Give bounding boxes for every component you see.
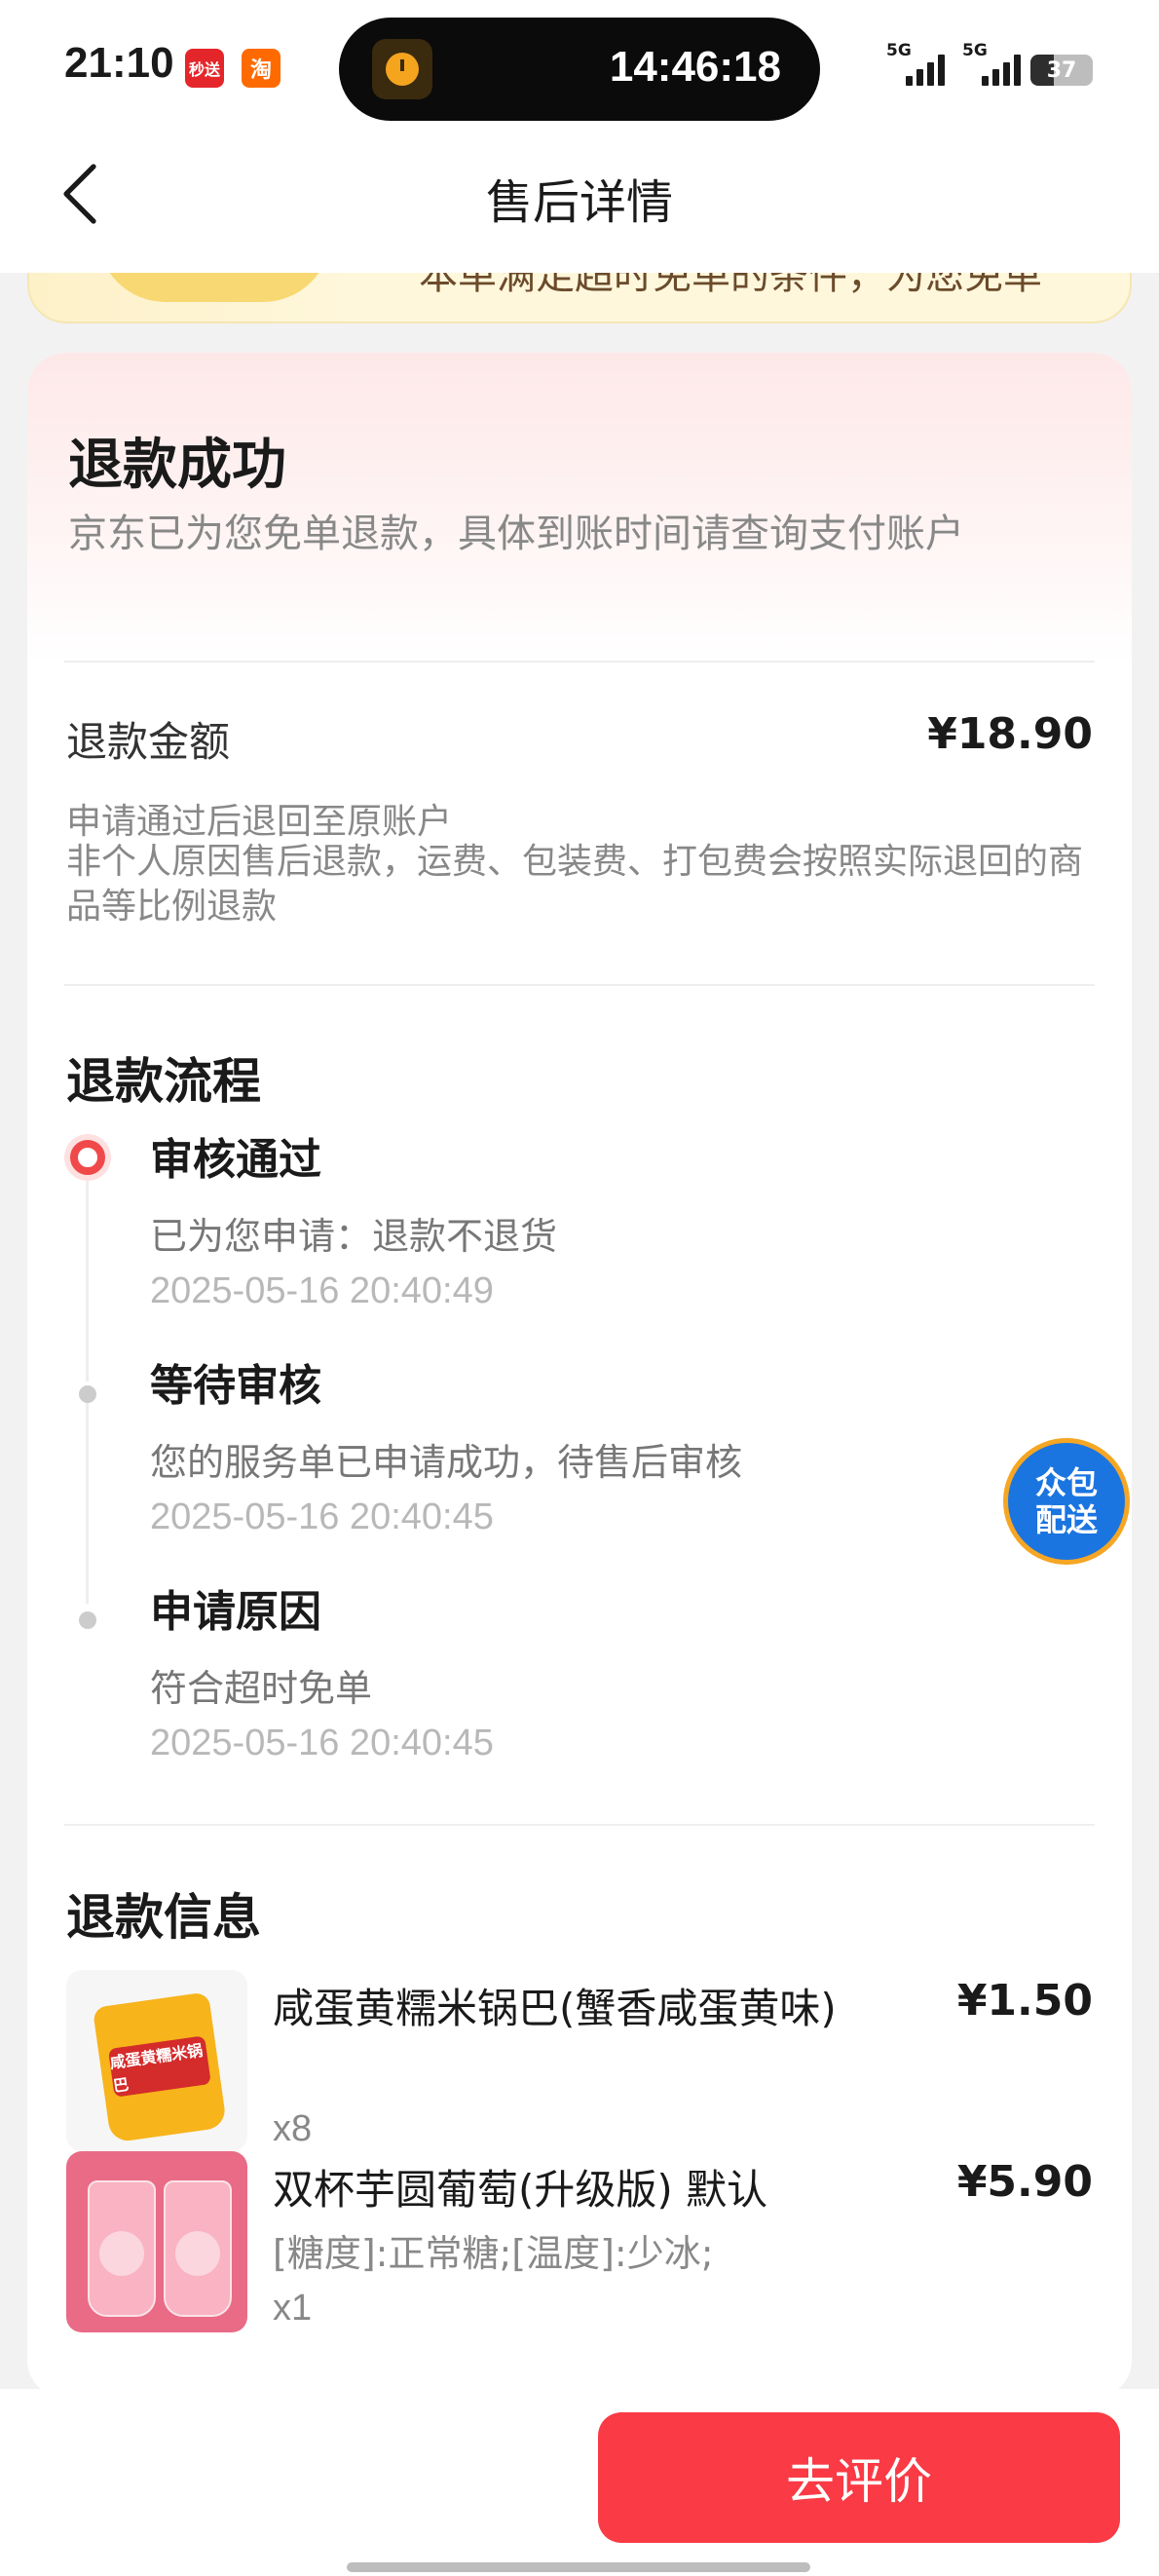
refund-detail-card: 退款成功 京东已为您免单退款，具体到账时间请查询支付账户 退款金额 ¥18.90… [27,353,1132,2399]
snack-bag-label: 咸蛋黄糯米锅巴 [107,2035,211,2098]
island-timer-value: 14:46:18 [609,43,781,91]
float-badge-line-1: 众包 [1034,1464,1098,1501]
divider [64,1824,1095,1826]
nav-bar: 售后详情 [0,136,1159,273]
status-bar: 21:10 秒送 淘 14:46:18 5G 5G 37 [0,0,1159,136]
product-price: ¥1.50 [956,1976,1093,2026]
dynamic-island[interactable]: 14:46:18 [339,18,820,121]
page-title: 售后详情 [485,175,673,230]
timer-icon [372,39,432,99]
timeline-step-title: 审核通过 [150,1135,321,1185]
taobao-app-icon: 淘 [242,49,280,88]
product-thumbnail[interactable]: 咸蛋黄糯米锅巴 [66,1970,247,2151]
home-indicator[interactable] [347,2562,810,2572]
product-thumbnail[interactable] [66,2151,247,2332]
timeline-step-title: 申请原因 [150,1587,321,1637]
refund-description: 京东已为您免单退款，具体到账时间请查询支付账户 [68,511,964,556]
timeline-active-dot [70,1140,105,1175]
divider [64,661,1095,663]
timeline-step-time: 2025-05-16 20:40:45 [150,1496,494,1537]
product-name[interactable]: 双杯芋圆葡萄(升级版) 默认 [273,2157,767,2216]
refund-status: 退款成功 [68,434,286,497]
timeline-step-desc: 符合超时免单 [150,1667,373,1710]
timeline-step-desc: 已为您申请：退款不退货 [150,1215,558,1258]
product-quantity: x1 [273,2288,313,2329]
refund-note-fees: 非个人原因售后退款，运费、包装费、打包费会按照实际退回的商品等比例退款 [66,842,1084,927]
jd-express-app-icon: 秒送 [185,49,224,88]
write-review-button[interactable]: 去评价 [598,2412,1120,2543]
refund-flow-title: 退款流程 [66,1053,261,1110]
timeline-step-time: 2025-05-16 20:40:45 [150,1723,494,1763]
status-time: 21:10 [64,39,174,87]
product-price: ¥5.90 [956,2157,1093,2207]
refund-amount-value: ¥18.90 [927,709,1093,759]
product-quantity: x8 [273,2108,313,2149]
snack-bag-image: 咸蛋黄糯米锅巴 [92,1991,228,2143]
timeline-dot [79,1385,96,1403]
divider [64,984,1095,986]
product-name[interactable]: 咸蛋黄糯米锅巴(蟹香咸蛋黄味) [273,1976,837,2035]
battery-level: 37 [1046,57,1077,83]
refund-note-account: 申请通过后退回至原账户 [66,802,453,842]
timeline-step-title: 等待审核 [150,1361,321,1411]
timeline-line [86,1393,89,1604]
drink-cup-image [164,2180,232,2317]
refund-info-title: 退款信息 [66,1889,261,1946]
bottom-action-bar: 去评价 [0,2389,1159,2576]
timeline-dot [79,1611,96,1629]
timeline-step-time: 2025-05-16 20:40:49 [150,1270,494,1311]
timeline-line [86,1167,89,1382]
product-spec: [糖度]:正常糖;[温度]:少冰; [273,2232,714,2275]
timeline-step-desc: 您的服务单已申请成功，待售后审核 [150,1441,743,1484]
battery-icon: 37 [1030,55,1093,86]
drink-cup-image [88,2180,156,2317]
crowd-delivery-float-button[interactable]: 众包 配送 [1003,1438,1130,1565]
refund-amount-label: 退款金额 [66,718,231,766]
float-badge-line-2: 配送 [1034,1501,1098,1538]
